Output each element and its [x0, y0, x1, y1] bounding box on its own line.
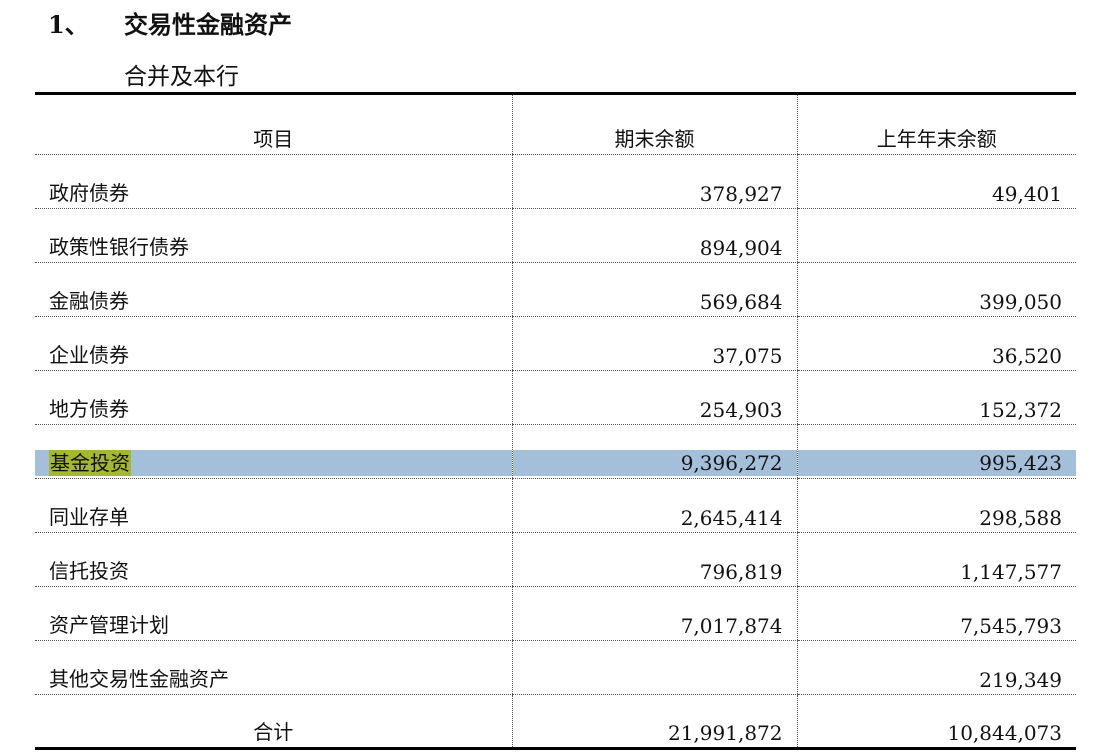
- row-current: 378,927: [511, 154, 797, 209]
- row-prior: 995,423: [979, 451, 1062, 475]
- row-current-cell: 9,396,272: [511, 424, 797, 479]
- header-item: 项目: [35, 93, 512, 155]
- row-item: 信托投资: [35, 532, 512, 587]
- row-item: 资产管理计划: [35, 586, 512, 641]
- total-label: 合计: [253, 720, 294, 744]
- table-header-row: 项目 期末余额 上年年末余额: [35, 93, 1076, 155]
- row-current: [511, 640, 797, 695]
- row-item-cell: 基金投资: [35, 424, 512, 479]
- table-row: 信托投资 796,819 1,147,577: [35, 532, 1076, 587]
- row-item: 企业债券: [35, 316, 512, 371]
- table-row: 金融债券 569,684 399,050: [35, 262, 1076, 317]
- row-item: 同业存单: [35, 478, 512, 533]
- table-row: 地方债券 254,903 152,372: [35, 370, 1076, 425]
- row-current: 9,396,272: [680, 451, 783, 475]
- table-row: 资产管理计划 7,017,874 7,545,793: [35, 586, 1076, 641]
- row-prior-cell: 995,423: [796, 424, 1076, 479]
- header-current-balance: 期末余额: [511, 93, 797, 155]
- table-total-row: 合计 21,991,872 10,844,073: [35, 694, 1076, 749]
- row-current: 37,075: [511, 316, 797, 371]
- row-prior: [796, 208, 1076, 263]
- row-current: 894,904: [511, 208, 797, 263]
- header-prior-balance: 上年年末余额: [796, 93, 1076, 155]
- section-title: 交易性金融资产: [124, 9, 292, 39]
- total-prior: 10,844,073: [796, 694, 1076, 749]
- row-prior: 49,401: [796, 154, 1076, 209]
- row-item: 政府债券: [35, 154, 512, 209]
- row-current: 2,645,414: [511, 478, 797, 533]
- total-current: 21,991,872: [511, 694, 797, 749]
- row-prior: 1,147,577: [796, 532, 1076, 587]
- table-row: 政策性银行债券 894,904: [35, 208, 1076, 263]
- trading-financial-assets-table: 项目 期末余额 上年年末余额 政府债券 378,927 49,401 政策性银行…: [35, 92, 1076, 750]
- table-row: 政府债券 378,927 49,401: [35, 154, 1076, 209]
- table-row-highlighted: 基金投资 9,396,272 995,423: [35, 424, 1076, 479]
- row-prior: 36,520: [796, 316, 1076, 371]
- section-number: 1、: [48, 9, 89, 39]
- row-prior: 219,349: [796, 640, 1076, 695]
- row-prior: 7,545,793: [796, 586, 1076, 641]
- row-item: 金融债券: [35, 262, 512, 317]
- row-prior: 399,050: [796, 262, 1076, 317]
- table-row: 其他交易性金融资产 219,349: [35, 640, 1076, 695]
- section-heading: 1、 交易性金融资产: [48, 4, 292, 40]
- row-prior: 152,372: [796, 370, 1076, 425]
- table-row: 同业存单 2,645,414 298,588: [35, 478, 1076, 533]
- row-item: 其他交易性金融资产: [35, 640, 512, 695]
- row-current: 569,684: [511, 262, 797, 317]
- row-item: 地方债券: [35, 370, 512, 425]
- row-current: 796,819: [511, 532, 797, 587]
- row-current: 254,903: [511, 370, 797, 425]
- row-item: 政策性银行债券: [35, 208, 512, 263]
- row-item: 基金投资: [49, 450, 131, 476]
- table-row: 企业债券 37,075 36,520: [35, 316, 1076, 371]
- row-current: 7,017,874: [511, 586, 797, 641]
- section-subheading: 合并及本行: [124, 64, 239, 90]
- row-prior: 298,588: [796, 478, 1076, 533]
